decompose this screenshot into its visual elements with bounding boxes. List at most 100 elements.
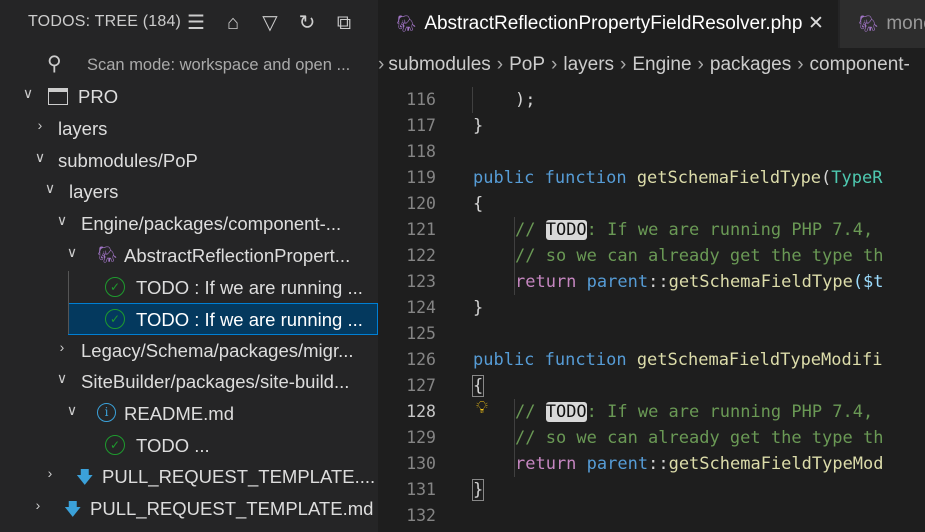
tree-item-label: PULL_REQUEST_TEMPLATE.md bbox=[90, 498, 374, 519]
chevron-right-icon: › bbox=[59, 339, 65, 355]
check-circle-icon: ✓ bbox=[105, 309, 125, 329]
breadcrumb-item[interactable]: packages bbox=[710, 54, 791, 75]
tree-item-layers[interactable]: › layers bbox=[0, 112, 378, 144]
chevron-right-icon: › bbox=[697, 54, 704, 75]
code-line: public function getSchemaFieldType(TypeR bbox=[473, 168, 883, 188]
php-elephant-icon: 🐘︎ bbox=[97, 247, 118, 264]
download-arrow-icon: 🡇 bbox=[76, 468, 94, 487]
filter-icon[interactable]: ▽ bbox=[259, 12, 281, 34]
tree-item-label: Legacy/Schema/packages/migr... bbox=[81, 340, 354, 361]
tree-item-label: TODO ... bbox=[136, 435, 210, 456]
chevron-down-icon: ∨ bbox=[56, 370, 68, 386]
tree-item-pro[interactable]: ∨ PRO bbox=[0, 80, 378, 112]
tree-item-label: PULL_REQUEST_TEMPLATE.... bbox=[102, 466, 376, 487]
tab-bar: 🐘︎ AbstractReflectionPropertyFieldResolve… bbox=[378, 0, 925, 48]
line-number: 123 bbox=[406, 272, 436, 291]
tree-item-readme[interactable]: ∨ i README.md bbox=[0, 397, 378, 429]
info-icon: i bbox=[97, 403, 116, 422]
tree-item-legacy[interactable]: › Legacy/Schema/packages/migr... bbox=[0, 334, 378, 366]
chevron-down-icon: ∨ bbox=[44, 180, 56, 196]
tree-item-layers[interactable]: ∨ layers bbox=[0, 175, 378, 207]
tree-item-label: TODO : If we are running ... bbox=[136, 309, 363, 330]
chevron-right-icon: › bbox=[496, 54, 504, 75]
line-number: 126 bbox=[406, 350, 436, 369]
breadcrumb: › submodules › PoP › layers › Engine › packages › c… bbox=[378, 50, 910, 80]
chevron-down-icon: ∨ bbox=[34, 149, 46, 165]
tree-item-todo-selected[interactable]: ✓ TODO : If we are running ... bbox=[68, 303, 378, 335]
breadcrumb-item[interactable]: component- bbox=[810, 54, 910, 75]
code-line: return parent::getSchemaFieldTypeMod bbox=[515, 454, 884, 474]
tree-item-pull-request[interactable]: › 🡇 PULL_REQUEST_TEMPLATE.... bbox=[0, 460, 378, 492]
todo-highlight: TODO bbox=[545, 402, 587, 422]
chevron-down-icon: ∨ bbox=[66, 244, 78, 260]
todo-highlight: TODO bbox=[545, 220, 587, 240]
tag-icon[interactable]: ⌂ bbox=[222, 12, 244, 34]
php-elephant-icon: 🐘︎ bbox=[396, 16, 417, 33]
lightbulb-icon[interactable]: 💡︎ bbox=[476, 398, 488, 418]
tab-inactive[interactable]: 🐘︎ mone bbox=[840, 0, 925, 48]
tree-item-label: SiteBuilder/packages/site-build... bbox=[81, 371, 350, 392]
refresh-icon[interactable]: ↻ bbox=[296, 12, 318, 34]
code-line: } bbox=[473, 298, 484, 318]
line-number: 121 bbox=[406, 220, 436, 239]
scan-mode-row[interactable]: ⚲ Scan mode: workspace and open ... bbox=[0, 49, 378, 81]
line-number: 118 bbox=[406, 142, 436, 161]
search-icon: ⚲ bbox=[47, 53, 62, 75]
breadcrumb-item[interactable]: PoP bbox=[509, 54, 545, 75]
code-line: public function getSchemaFieldTypeModifi bbox=[473, 350, 883, 370]
indent-guide bbox=[472, 87, 473, 113]
tree-item-submodules[interactable]: ∨ submodules/PoP bbox=[0, 144, 378, 176]
tree-item-label: PRO bbox=[78, 86, 119, 107]
tab-label: mone bbox=[886, 13, 925, 34]
code-line: // so we can already get the type th bbox=[515, 246, 884, 266]
line-number: 128 bbox=[406, 402, 436, 421]
tree-item-label: layers bbox=[69, 181, 119, 202]
expand-all-icon[interactable]: ⧉ bbox=[333, 12, 355, 34]
line-number: 124 bbox=[406, 298, 436, 317]
tree-item-label: Engine/packages/component-... bbox=[81, 213, 342, 234]
line-number: 129 bbox=[406, 428, 436, 447]
code-line: ); bbox=[515, 90, 536, 110]
chevron-down-icon: ∨ bbox=[22, 85, 34, 101]
tree-item-sitebuilder[interactable]: ∨ SiteBuilder/packages/site-build... bbox=[0, 365, 378, 397]
chevron-right-icon: › bbox=[47, 465, 53, 481]
todo-tree-sidebar: TODOS: TREE (184) ☰ ⌂ ▽ ↻ ⧉ ⚲ Scan mode:… bbox=[0, 0, 378, 532]
tree-item-label: README.md bbox=[124, 403, 234, 424]
check-circle-icon: ✓ bbox=[105, 435, 125, 455]
line-number: 116 bbox=[406, 90, 436, 109]
breadcrumb-item[interactable]: Engine bbox=[632, 54, 691, 75]
tree-item-todo[interactable]: ✓ TODO : If we are running ... bbox=[0, 271, 378, 303]
tree-item-label: TODO : If we are running ... bbox=[136, 277, 363, 298]
breadcrumb-item[interactable]: submodules bbox=[388, 54, 490, 75]
chevron-right-icon: › bbox=[620, 54, 627, 75]
scan-mode-label: Scan mode: workspace and open ... bbox=[87, 56, 351, 74]
tree-item-engine[interactable]: ∨ Engine/packages/component-... bbox=[0, 207, 378, 239]
code-line: } bbox=[473, 116, 484, 136]
tree-item-todo[interactable]: ✓ TODO ... bbox=[0, 429, 378, 461]
php-elephant-icon: 🐘︎ bbox=[858, 16, 879, 33]
tree-item-php-file[interactable]: ∨ 🐘︎ AbstractReflectionPropert... bbox=[0, 239, 378, 271]
tab-active[interactable]: 🐘︎ AbstractReflectionPropertyFieldResolve… bbox=[378, 0, 838, 48]
line-number: 131 bbox=[406, 480, 436, 499]
chevron-down-icon: ∨ bbox=[56, 212, 68, 228]
line-number: 125 bbox=[406, 324, 436, 343]
tree-item-label: submodules/PoP bbox=[58, 150, 198, 171]
tree-item-label: layers bbox=[58, 118, 108, 139]
window-icon bbox=[48, 88, 68, 105]
editor: 🐘︎ AbstractReflectionPropertyFieldResolve… bbox=[378, 0, 925, 532]
download-arrow-icon: 🡇 bbox=[64, 500, 82, 519]
line-number: 127 bbox=[406, 376, 436, 395]
tree-item-pull-request[interactable]: › 🡇 PULL_REQUEST_TEMPLATE.md bbox=[0, 492, 378, 524]
code-line: // TODO: If we are running PHP 7.4, bbox=[515, 220, 874, 240]
code-line: // TODO: If we are running PHP 7.4, bbox=[515, 402, 874, 422]
code-line: // so we can already get the type th bbox=[515, 428, 884, 448]
code-line: { bbox=[471, 375, 485, 397]
line-number: 130 bbox=[406, 454, 436, 473]
breadcrumb-item[interactable]: layers bbox=[563, 54, 614, 75]
code-line: { bbox=[473, 194, 484, 214]
line-number: 117 bbox=[406, 116, 436, 135]
close-icon[interactable]: ✕ bbox=[808, 0, 824, 48]
check-circle-icon: ✓ bbox=[105, 277, 125, 297]
line-number: 132 bbox=[406, 506, 436, 525]
flat-list-icon[interactable]: ☰ bbox=[185, 12, 207, 34]
